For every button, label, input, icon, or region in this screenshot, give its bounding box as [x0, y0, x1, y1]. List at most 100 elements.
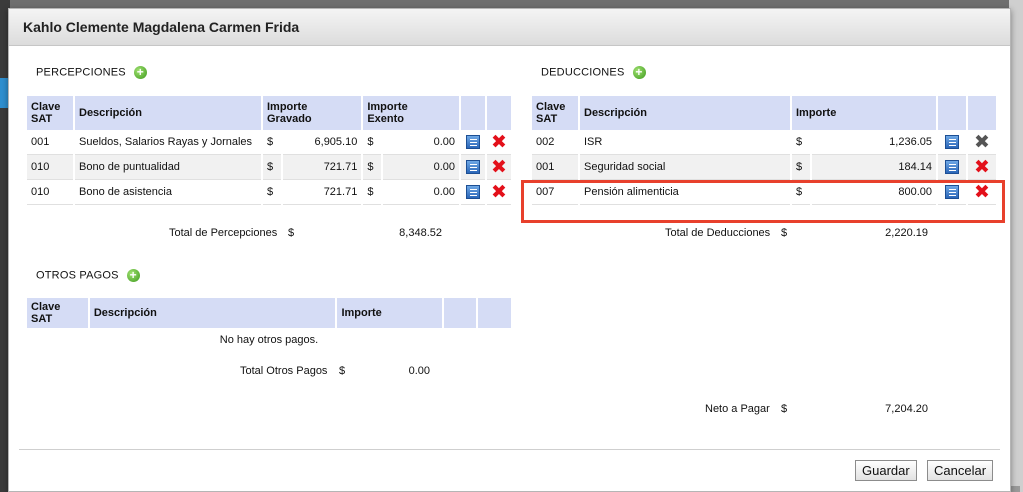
cell-edit [461, 180, 485, 205]
cell-currency: $ [792, 130, 810, 155]
cell-exento: 0.00 [383, 180, 459, 205]
total-deducciones-label: Total de Deducciones [665, 227, 771, 239]
header-importe: Importe [337, 298, 442, 328]
cell-gravado: 721.71 [283, 155, 362, 180]
neto-a-pagar-value: 7,204.20 [885, 403, 928, 415]
cell-edit [461, 155, 485, 180]
total-percepciones-label: Total de Percepciones [169, 227, 278, 239]
total-percepciones-currency: $ [288, 227, 295, 239]
header-delete-col [968, 96, 996, 130]
save-button[interactable]: Guardar [855, 460, 917, 481]
header-importe-exento: Importe Exento [363, 96, 459, 130]
cell-currency: $ [363, 130, 382, 155]
header-importe: Importe [792, 96, 936, 130]
footer-divider [19, 449, 1000, 450]
otros-pagos-section: OTROS PAGOS + [36, 269, 140, 282]
percepciones-label: PERCEPCIONES [36, 66, 126, 79]
edit-icon[interactable] [466, 185, 480, 199]
header-delete-col [478, 298, 511, 328]
table-row: 001 Seguridad social $ 184.14 ✖ [532, 155, 996, 180]
cell-importe: 1,236.05 [812, 130, 936, 155]
header-descripcion: Descripción [580, 96, 790, 130]
cell-currency: $ [363, 155, 382, 180]
cell-descripcion: Bono de asistencia [75, 180, 261, 205]
cell-importe: 184.14 [812, 155, 936, 180]
red-x-icon[interactable]: ✖ [974, 158, 990, 177]
neto-a-pagar-currency: $ [781, 403, 788, 415]
table-header-row: Clave SAT Descripción Importe [532, 96, 996, 130]
add-deduccion-icon[interactable]: + [632, 66, 646, 79]
cell-delete: ✖ [487, 155, 511, 180]
delete-icon[interactable]: ✖ [491, 133, 507, 152]
cell-clave: 001 [27, 130, 73, 155]
header-descripcion: Descripción [75, 96, 261, 130]
cancel-button[interactable]: Cancelar [927, 460, 994, 481]
dialog-title[interactable]: Kahlo Clemente Magdalena Carmen Frida [9, 9, 1010, 46]
cell-delete: ✖ [968, 155, 996, 180]
table-row: 002 ISR $ 1,236.05 ✖ [532, 130, 996, 155]
table-row: 010 Bono de asistencia $ 721.71 $ 0.00 ✖ [27, 180, 511, 205]
otros-pagos-label: OTROS PAGOS [36, 269, 119, 282]
header-descripcion: Descripción [89, 298, 336, 328]
cell-exento: 0.00 [383, 130, 459, 155]
table-header-row: Clave SAT Descripción Importe Gravado Impo… [27, 96, 511, 130]
cell-descripcion: ISR [580, 130, 790, 155]
table-row: 010 Bono de puntualidad $ 721.71 $ 0.00 … [27, 155, 511, 180]
cell-exento: 0.00 [383, 155, 459, 180]
cell-descripcion: Bono de puntualidad [75, 155, 261, 180]
table-header-row: Clave SAT Descripción Importe [27, 298, 511, 328]
total-otros-pagos-currency: $ [339, 365, 346, 377]
edit-icon[interactable] [466, 160, 480, 174]
cell-currency: $ [263, 155, 281, 180]
edit-icon[interactable] [945, 160, 959, 174]
header-edit-col [461, 96, 485, 130]
total-otros-pagos-value: 0.00 [408, 365, 430, 377]
percepciones-section: PERCEPCIONES + [36, 66, 147, 79]
total-deducciones-currency: $ [781, 227, 788, 239]
cell-clave: 002 [532, 130, 578, 155]
header-importe-gravado: Importe Gravado [263, 96, 362, 130]
otros-pagos-table: Clave SAT Descripción Importe No hay otr… [25, 298, 513, 352]
empty-row: No hay otros pagos. [27, 328, 511, 352]
add-percepcion-icon[interactable]: + [133, 66, 147, 79]
header-edit-col [443, 298, 477, 328]
cell-edit [938, 130, 966, 155]
background-right-panel [1009, 0, 1023, 492]
deducciones-section: DEDUCCIONES + [541, 66, 646, 79]
delete-icon[interactable]: ✖ [491, 158, 507, 177]
percepciones-table: Clave SAT Descripción Importe Gravado Impo… [25, 96, 513, 205]
total-deducciones-value: 2,220.19 [885, 227, 928, 239]
total-otros-pagos-label: Total Otros Pagos [240, 365, 328, 377]
highlight-box [521, 180, 1005, 223]
cell-currency: $ [263, 130, 281, 155]
header-edit-col [938, 96, 966, 130]
header-clave-sat: Clave SAT [532, 96, 578, 130]
cell-edit [461, 130, 485, 155]
edit-icon[interactable] [945, 135, 959, 149]
cell-currency: $ [792, 155, 810, 180]
payroll-dialog: Kahlo Clemente Magdalena Carmen Frida PE… [8, 8, 1011, 492]
empty-message: No hay otros pagos. [219, 334, 319, 346]
cell-currency: $ [263, 180, 281, 205]
cell-descripcion: Seguridad social [580, 155, 790, 180]
cell-edit [938, 155, 966, 180]
cell-currency: $ [363, 180, 382, 205]
header-delete-col [487, 96, 511, 130]
neto-a-pagar-label: Neto a Pagar [705, 403, 770, 415]
cell-gravado: 6,905.10 [283, 130, 362, 155]
cell-clave: 010 [27, 155, 73, 180]
cell-descripcion: Sueldos, Salarios Rayas y Jornales [75, 130, 261, 155]
cell-delete: ✖ [968, 130, 996, 155]
cell-delete: ✖ [487, 130, 511, 155]
deducciones-label: DEDUCCIONES [541, 66, 625, 79]
cell-delete: ✖ [487, 180, 511, 205]
cell-gravado: 721.71 [283, 180, 362, 205]
edit-icon[interactable] [466, 135, 480, 149]
cell-clave: 010 [27, 180, 73, 205]
gray-x-icon[interactable]: ✖ [974, 133, 990, 152]
header-clave-sat: Clave SAT [27, 298, 88, 328]
total-percepciones-value: 8,348.52 [399, 227, 442, 239]
cell-clave: 001 [532, 155, 578, 180]
add-otro-pago-icon[interactable]: + [126, 269, 140, 282]
delete-icon[interactable]: ✖ [491, 183, 507, 202]
